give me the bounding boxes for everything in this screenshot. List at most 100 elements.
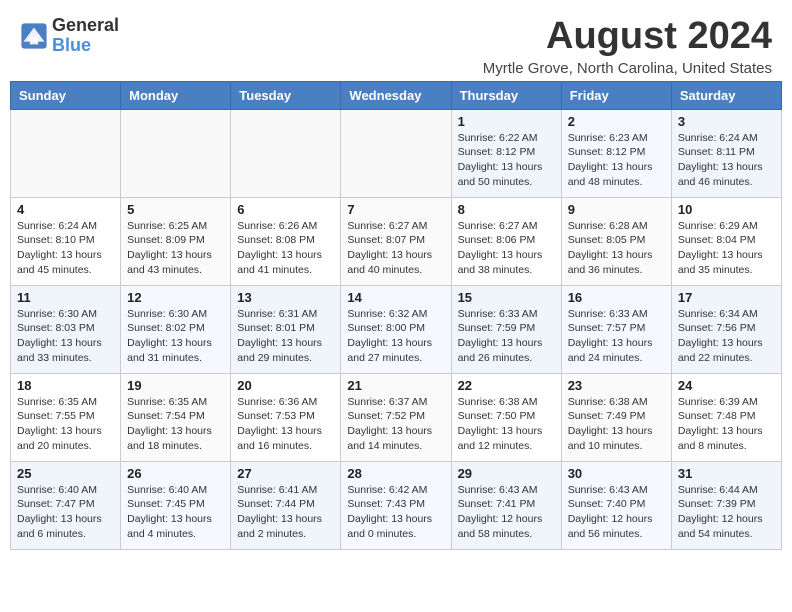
calendar-cell: 14 Sunrise: 6:32 AM Sunset: 8:00 PM Dayli… [341,285,451,373]
calendar-header-wednesday: Wednesday [341,81,451,109]
calendar-cell: 1Sunrise: 6:22 AM Sunset: 8:12 PM Daylig… [451,109,561,197]
calendar-cell: 26 Sunrise: 6:40 AM Sunset: 7:45 PM Dayli… [121,461,231,549]
calendar-cell: 2 Sunrise: 6:23 AM Sunset: 8:12 PM Daylig… [561,109,671,197]
day-info: Sunrise: 6:30 AM Sunset: 8:03 PM Dayligh… [17,307,114,366]
day-info: Sunrise: 6:36 AM Sunset: 7:53 PM Dayligh… [237,395,334,454]
logo-icon [20,22,48,50]
day-info: Sunrise: 6:38 AM Sunset: 7:49 PM Dayligh… [568,395,665,454]
calendar-header-monday: Monday [121,81,231,109]
day-info: Sunrise: 6:28 AM Sunset: 8:05 PM Dayligh… [568,219,665,278]
calendar-header-saturday: Saturday [671,81,781,109]
day-number: 8 [458,202,555,217]
calendar-wrapper: SundayMondayTuesdayWednesdayThursdayFrid… [0,81,792,560]
day-info: Sunrise: 6:24 AM Sunset: 8:11 PM Dayligh… [678,131,775,190]
day-info: Sunrise: 6:35 AM Sunset: 7:54 PM Dayligh… [127,395,224,454]
calendar-cell: 11 Sunrise: 6:30 AM Sunset: 8:03 PM Dayli… [11,285,121,373]
day-info: Sunrise: 6:42 AM Sunset: 7:43 PM Dayligh… [347,483,444,542]
calendar-cell: 19 Sunrise: 6:35 AM Sunset: 7:54 PM Dayli… [121,373,231,461]
day-info: Sunrise: 6:23 AM Sunset: 8:12 PM Dayligh… [568,131,665,190]
day-number: 18 [17,378,114,393]
calendar-cell: 23 Sunrise: 6:38 AM Sunset: 7:49 PM Dayli… [561,373,671,461]
calendar-table: SundayMondayTuesdayWednesdayThursdayFrid… [10,81,782,550]
day-number: 17 [678,290,775,305]
day-number: 15 [458,290,555,305]
day-number: 19 [127,378,224,393]
calendar-cell: 29Sunrise: 6:43 AM Sunset: 7:41 PM Dayli… [451,461,561,549]
calendar-cell [231,109,341,197]
calendar-cell: 8 Sunrise: 6:27 AM Sunset: 8:06 PM Daylig… [451,197,561,285]
day-number: 24 [678,378,775,393]
day-info: Sunrise: 6:41 AM Sunset: 7:44 PM Dayligh… [237,483,334,542]
day-info: Sunrise: 6:43 AM Sunset: 7:41 PM Dayligh… [458,483,555,542]
day-info: Sunrise: 6:26 AM Sunset: 8:08 PM Dayligh… [237,219,334,278]
day-info: Sunrise: 6:35 AM Sunset: 7:55 PM Dayligh… [17,395,114,454]
calendar-cell [11,109,121,197]
calendar-cell: 7 Sunrise: 6:27 AM Sunset: 8:07 PM Daylig… [341,197,451,285]
calendar-cell: 12 Sunrise: 6:30 AM Sunset: 8:02 PM Dayli… [121,285,231,373]
calendar-cell [341,109,451,197]
week-row-2: 4 Sunrise: 6:24 AM Sunset: 8:10 PM Daylig… [11,197,782,285]
day-info: Sunrise: 6:33 AM Sunset: 7:57 PM Dayligh… [568,307,665,366]
day-info: Sunrise: 6:40 AM Sunset: 7:45 PM Dayligh… [127,483,224,542]
day-number: 11 [17,290,114,305]
day-number: 6 [237,202,334,217]
subtitle: Myrtle Grove, North Carolina, United Sta… [483,60,772,77]
day-number: 30 [568,466,665,481]
day-number: 13 [237,290,334,305]
calendar-cell [121,109,231,197]
calendar-header-sunday: Sunday [11,81,121,109]
calendar-cell: 27 Sunrise: 6:41 AM Sunset: 7:44 PM Dayli… [231,461,341,549]
calendar-cell: 30Sunrise: 6:43 AM Sunset: 7:40 PM Dayli… [561,461,671,549]
day-info: Sunrise: 6:40 AM Sunset: 7:47 PM Dayligh… [17,483,114,542]
day-info: Sunrise: 6:27 AM Sunset: 8:07 PM Dayligh… [347,219,444,278]
day-info: Sunrise: 6:39 AM Sunset: 7:48 PM Dayligh… [678,395,775,454]
logo-text: General Blue [52,16,119,56]
day-info: Sunrise: 6:44 AM Sunset: 7:39 PM Dayligh… [678,483,775,542]
day-number: 16 [568,290,665,305]
calendar-cell: 9Sunrise: 6:28 AM Sunset: 8:05 PM Daylig… [561,197,671,285]
day-number: 31 [678,466,775,481]
day-number: 12 [127,290,224,305]
week-row-5: 25 Sunrise: 6:40 AM Sunset: 7:47 PM Dayli… [11,461,782,549]
day-number: 22 [458,378,555,393]
day-number: 10 [678,202,775,217]
day-number: 26 [127,466,224,481]
calendar-cell: 28 Sunrise: 6:42 AM Sunset: 7:43 PM Dayli… [341,461,451,549]
day-info: Sunrise: 6:30 AM Sunset: 8:02 PM Dayligh… [127,307,224,366]
calendar-cell: 3Sunrise: 6:24 AM Sunset: 8:11 PM Daylig… [671,109,781,197]
day-info: Sunrise: 6:22 AM Sunset: 8:12 PM Dayligh… [458,131,555,190]
day-number: 2 [568,114,665,129]
week-row-4: 18 Sunrise: 6:35 AM Sunset: 7:55 PM Dayli… [11,373,782,461]
header: General Blue August 2024 Myrtle Grove, N… [0,0,792,81]
calendar-cell: 10 Sunrise: 6:29 AM Sunset: 8:04 PM Dayli… [671,197,781,285]
day-number: 4 [17,202,114,217]
day-number: 14 [347,290,444,305]
day-info: Sunrise: 6:33 AM Sunset: 7:59 PM Dayligh… [458,307,555,366]
day-info: Sunrise: 6:25 AM Sunset: 8:09 PM Dayligh… [127,219,224,278]
day-number: 7 [347,202,444,217]
day-number: 21 [347,378,444,393]
day-number: 28 [347,466,444,481]
calendar-cell: 24 Sunrise: 6:39 AM Sunset: 7:48 PM Dayli… [671,373,781,461]
day-info: Sunrise: 6:29 AM Sunset: 8:04 PM Dayligh… [678,219,775,278]
day-info: Sunrise: 6:32 AM Sunset: 8:00 PM Dayligh… [347,307,444,366]
calendar-cell: 16 Sunrise: 6:33 AM Sunset: 7:57 PM Dayli… [561,285,671,373]
day-info: Sunrise: 6:34 AM Sunset: 7:56 PM Dayligh… [678,307,775,366]
calendar-cell: 17 Sunrise: 6:34 AM Sunset: 7:56 PM Dayli… [671,285,781,373]
week-row-3: 11 Sunrise: 6:30 AM Sunset: 8:03 PM Dayli… [11,285,782,373]
day-info: Sunrise: 6:38 AM Sunset: 7:50 PM Dayligh… [458,395,555,454]
logo: General Blue [20,16,119,56]
day-info: Sunrise: 6:24 AM Sunset: 8:10 PM Dayligh… [17,219,114,278]
day-number: 23 [568,378,665,393]
day-number: 25 [17,466,114,481]
title-block: August 2024 Myrtle Grove, North Carolina… [483,16,772,77]
calendar-cell: 18 Sunrise: 6:35 AM Sunset: 7:55 PM Dayli… [11,373,121,461]
day-number: 20 [237,378,334,393]
calendar-cell: 31 Sunrise: 6:44 AM Sunset: 7:39 PM Dayli… [671,461,781,549]
day-number: 5 [127,202,224,217]
calendar-header-thursday: Thursday [451,81,561,109]
calendar-cell: 20 Sunrise: 6:36 AM Sunset: 7:53 PM Dayli… [231,373,341,461]
calendar-cell: 22 Sunrise: 6:38 AM Sunset: 7:50 PM Dayli… [451,373,561,461]
day-info: Sunrise: 6:27 AM Sunset: 8:06 PM Dayligh… [458,219,555,278]
day-number: 27 [237,466,334,481]
